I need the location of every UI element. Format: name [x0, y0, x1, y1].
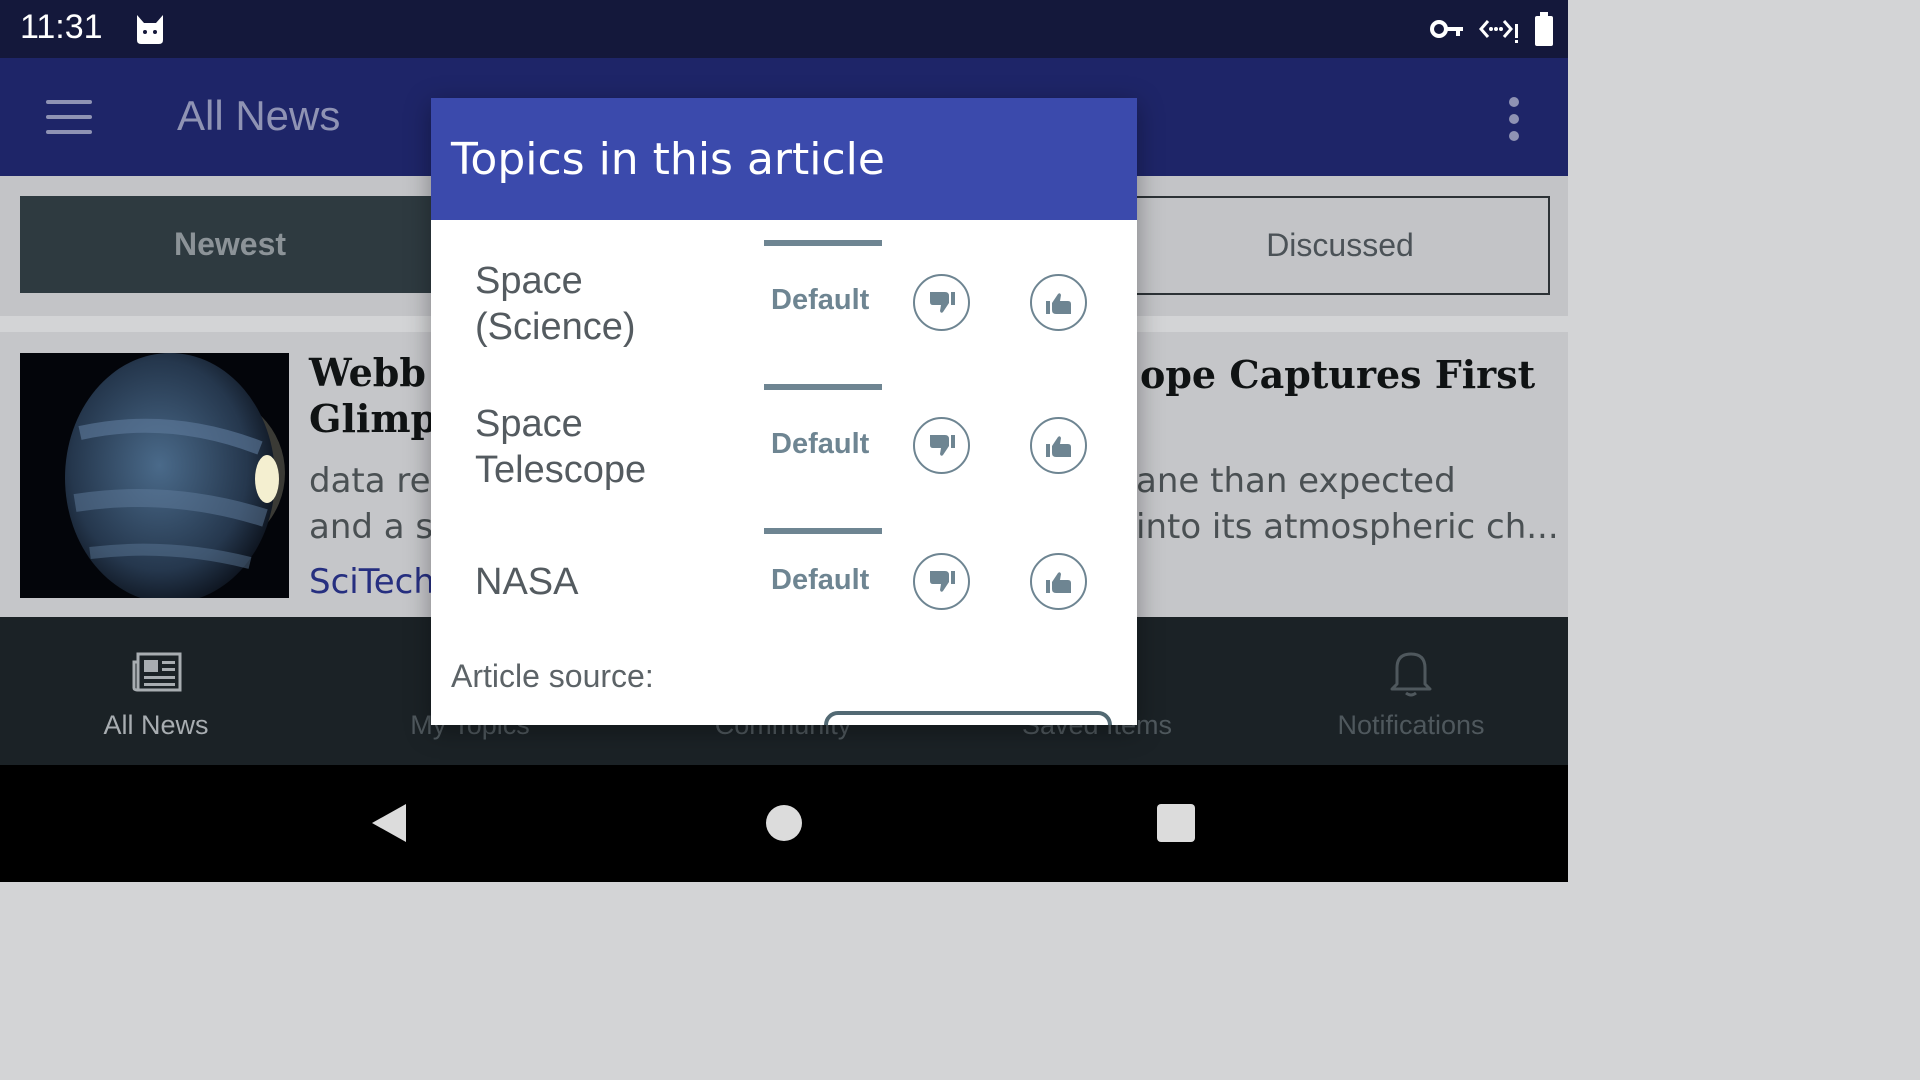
app-title: All News — [177, 92, 341, 139]
thumbs-up-icon — [1045, 571, 1071, 593]
topic-name-line1: Space — [475, 260, 583, 302]
topic-status: Default — [771, 284, 870, 316]
thumbs-down-icon — [929, 434, 955, 456]
topic-name-line2: (Science) — [475, 306, 636, 348]
tab-discussed[interactable]: Discussed — [1130, 196, 1550, 295]
hamburger-menu-icon[interactable] — [46, 100, 92, 136]
status-bar — [0, 0, 1568, 58]
back-icon[interactable] — [370, 802, 408, 848]
thumbs-up-button[interactable] — [1030, 274, 1087, 331]
thumbs-down-button[interactable] — [913, 417, 970, 474]
nav-label-notifications: Notifications — [1337, 710, 1485, 740]
thumbs-down-icon — [929, 291, 955, 313]
topic-name-line2: Telescope — [475, 449, 647, 491]
topic-name-line1: NASA — [475, 561, 579, 603]
article-source-button[interactable] — [824, 711, 1112, 725]
topic-name-space-science: Space (Science) — [475, 258, 636, 350]
thumbs-up-button[interactable] — [1030, 553, 1087, 610]
status-icons — [1430, 12, 1554, 50]
article-snippet-right: ane than expected into its atmospheric c… — [1136, 458, 1559, 550]
thumbs-down-button[interactable] — [913, 274, 970, 331]
topic-name-nasa: NASA — [475, 559, 578, 605]
topic-status: Default — [771, 564, 870, 596]
article-title-right[interactable]: ope Captures First — [1140, 352, 1535, 397]
data-transfer-icon — [1478, 14, 1520, 48]
overflow-menu-icon[interactable] — [1506, 97, 1522, 141]
tab-newest[interactable]: Newest — [20, 196, 440, 293]
thumbs-down-button[interactable] — [913, 553, 970, 610]
recents-icon[interactable] — [1157, 804, 1195, 842]
thumbs-up-button[interactable] — [1030, 417, 1087, 474]
topic-name-line1: Space — [475, 403, 583, 445]
topic-name-space-telescope: Space Telescope — [475, 401, 646, 493]
dialog-title: Topics in this article — [451, 134, 885, 185]
topic-status: Default — [771, 428, 870, 460]
article-thumbnail[interactable] — [20, 353, 289, 598]
topic-level-bar — [764, 384, 882, 390]
topics-dialog: Topics in this article Space (Science) D… — [431, 98, 1137, 725]
topic-level-bar — [764, 240, 882, 246]
article-source-label: Article source: — [451, 658, 654, 694]
dialog-header: Topics in this article — [431, 98, 1137, 220]
nav-label-all-news: All News — [103, 710, 209, 740]
thumbs-down-icon — [929, 570, 955, 592]
bell-icon — [1389, 648, 1433, 705]
battery-icon — [1534, 12, 1554, 50]
status-time: 11:31 — [20, 8, 103, 46]
thumbs-up-icon — [1045, 435, 1071, 457]
topic-level-bar — [764, 528, 882, 534]
newspaper-icon — [132, 652, 182, 699]
vpn-key-icon — [1430, 18, 1464, 44]
article-snippet-right-line2: into its atmospheric ch... — [1136, 507, 1559, 547]
cat-notification-icon — [134, 13, 166, 49]
article-snippet-right-line1: ane than expected — [1136, 461, 1456, 501]
home-icon[interactable] — [766, 805, 802, 841]
article-source-link[interactable]: SciTech — [309, 562, 435, 602]
thumbs-up-icon — [1045, 292, 1071, 314]
